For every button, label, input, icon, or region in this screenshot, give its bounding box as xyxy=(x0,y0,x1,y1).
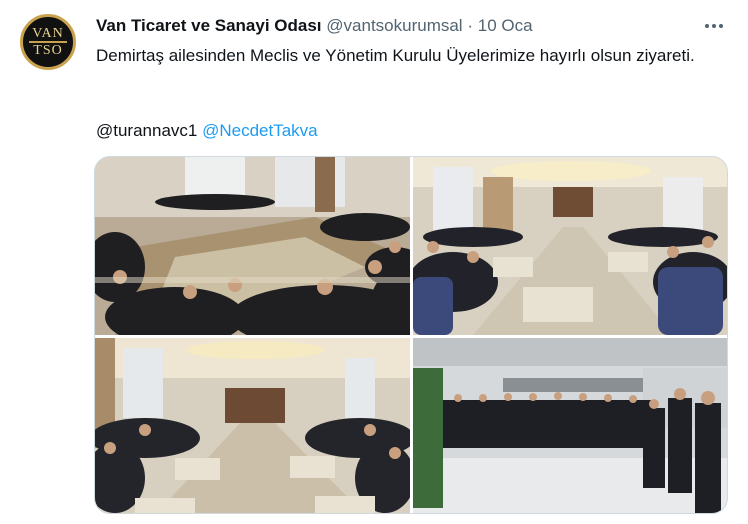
photo-4[interactable] xyxy=(413,338,727,513)
mention-necdettakva[interactable]: @NecdetTakva xyxy=(202,121,318,140)
header-separator: · xyxy=(467,16,473,35)
tweet-header: Van Ticaret ve Sanayi Odası @vantsokurum… xyxy=(96,16,533,36)
tweet-mentions: @turannavc1 @NecdetTakva xyxy=(96,118,318,143)
tweet-text: Demirtaş ailesinden Meclis ve Yönetim Ku… xyxy=(96,46,695,65)
avatar-logo-line-2: TSO xyxy=(33,43,63,58)
mention-turannavc1[interactable]: @turannavc1 xyxy=(96,121,197,140)
more-options-icon[interactable] xyxy=(702,14,726,38)
media-grid xyxy=(94,156,728,514)
tweet-date[interactable]: 10 Oca xyxy=(478,16,533,35)
avatar[interactable]: VAN TSO xyxy=(20,14,76,70)
avatar-logo-line-1: VAN xyxy=(32,26,64,41)
photo-3[interactable] xyxy=(95,338,410,513)
user-handle[interactable]: @vantsokurumsal xyxy=(326,16,462,35)
photo-2[interactable] xyxy=(413,157,727,335)
tweet-card[interactable]: VAN TSO Van Ticaret ve Sanayi Odası @van… xyxy=(0,0,748,524)
display-name[interactable]: Van Ticaret ve Sanayi Odası xyxy=(96,16,322,35)
photo-1[interactable] xyxy=(95,157,410,335)
